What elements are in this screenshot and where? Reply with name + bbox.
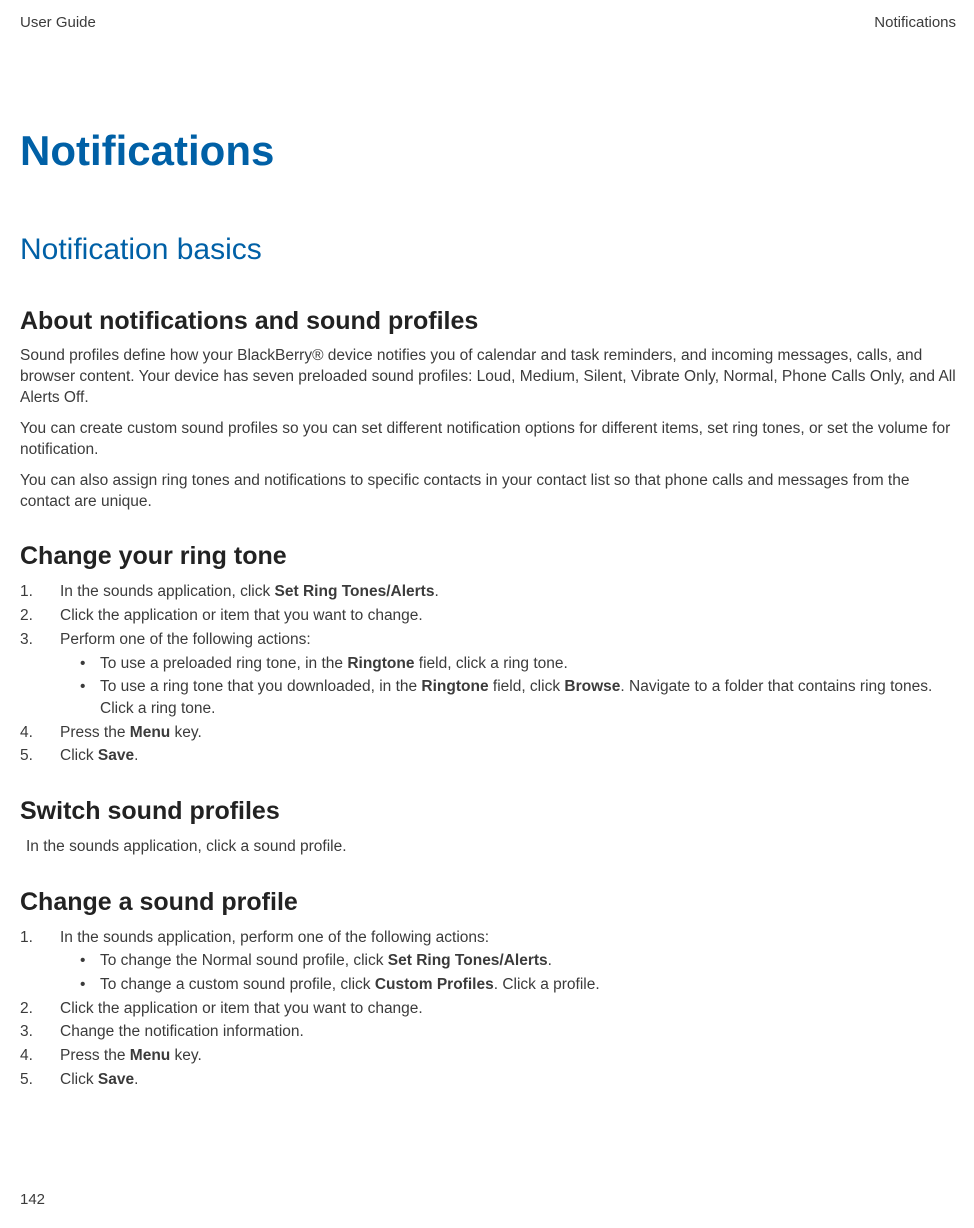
- text-bold: Set Ring Tones/Alerts: [275, 583, 435, 600]
- text: To change the Normal sound profile, clic…: [100, 952, 388, 969]
- change-ring-step-4: Press the Menu key.: [20, 722, 956, 744]
- switch-profiles-heading: Switch sound profiles: [20, 797, 956, 826]
- change-ring-step-3: Perform one of the following actions: To…: [20, 629, 956, 720]
- change-ring-substep-1: To use a preloaded ring tone, in the Rin…: [80, 653, 956, 675]
- text: . Click a profile.: [494, 976, 600, 993]
- text: Click the application or item that you w…: [60, 1000, 423, 1017]
- text: field, click a ring tone.: [414, 655, 567, 672]
- change-ring-steps: In the sounds application, click Set Rin…: [20, 581, 956, 767]
- switch-profiles-text: In the sounds application, click a sound…: [20, 836, 956, 858]
- text-bold: Custom Profiles: [375, 976, 494, 993]
- about-heading: About notifications and sound profiles: [20, 307, 956, 336]
- header-left: User Guide: [20, 14, 96, 31]
- text: .: [134, 747, 138, 764]
- text: key.: [170, 1047, 202, 1064]
- page-number: 142: [20, 1191, 45, 1208]
- text: key.: [170, 724, 202, 741]
- change-ring-step-5: Click Save.: [20, 745, 956, 767]
- text-bold: Browse: [564, 678, 620, 695]
- change-profile-step-4: Press the Menu key.: [20, 1045, 956, 1067]
- change-ring-step-1: In the sounds application, click Set Rin…: [20, 581, 956, 603]
- about-paragraph-3: You can also assign ring tones and notif…: [20, 471, 956, 513]
- text: Press the: [60, 1047, 130, 1064]
- text-bold: Save: [98, 747, 134, 764]
- section-title: Notification basics: [20, 233, 956, 267]
- text: .: [134, 1071, 138, 1088]
- text: Perform one of the following actions:: [60, 631, 311, 648]
- text: To change a custom sound profile, click: [100, 976, 375, 993]
- text: Click the application or item that you w…: [60, 607, 423, 624]
- text: Press the: [60, 724, 130, 741]
- text-bold: Ringtone: [347, 655, 414, 672]
- text: .: [434, 583, 438, 600]
- change-ring-heading: Change your ring tone: [20, 542, 956, 571]
- page-header: User Guide Notifications: [20, 14, 956, 31]
- text-bold: Ringtone: [421, 678, 488, 695]
- text: .: [548, 952, 552, 969]
- change-profile-steps: In the sounds application, perform one o…: [20, 927, 956, 1091]
- text: In the sounds application, click: [60, 583, 275, 600]
- main-title: Notifications: [20, 127, 956, 175]
- text: To use a preloaded ring tone, in the: [100, 655, 347, 672]
- text-bold: Set Ring Tones/Alerts: [388, 952, 548, 969]
- change-profile-heading: Change a sound profile: [20, 888, 956, 917]
- text-bold: Save: [98, 1071, 134, 1088]
- change-profile-substep-1: To change the Normal sound profile, clic…: [80, 950, 956, 972]
- text: Change the notification information.: [60, 1023, 304, 1040]
- change-ring-substeps: To use a preloaded ring tone, in the Rin…: [60, 653, 956, 720]
- change-profile-step-5: Click Save.: [20, 1069, 956, 1091]
- change-profile-substep-2: To change a custom sound profile, click …: [80, 974, 956, 996]
- text: Click: [60, 1071, 98, 1088]
- change-ring-step-2: Click the application or item that you w…: [20, 605, 956, 627]
- about-paragraph-2: You can create custom sound profiles so …: [20, 419, 956, 461]
- text: Click: [60, 747, 98, 764]
- text: In the sounds application, perform one o…: [60, 929, 489, 946]
- text-bold: Menu: [130, 1047, 170, 1064]
- text: field, click: [489, 678, 565, 695]
- change-ring-substep-2: To use a ring tone that you downloaded, …: [80, 676, 956, 719]
- about-paragraph-1: Sound profiles define how your BlackBerr…: [20, 346, 956, 409]
- page-container: User Guide Notifications Notifications N…: [0, 0, 974, 1228]
- text: To use a ring tone that you downloaded, …: [100, 678, 421, 695]
- change-profile-step-1: In the sounds application, perform one o…: [20, 927, 956, 996]
- text-bold: Menu: [130, 724, 170, 741]
- change-profile-step-3: Change the notification information.: [20, 1021, 956, 1043]
- change-profile-step-2: Click the application or item that you w…: [20, 998, 956, 1020]
- change-profile-substeps: To change the Normal sound profile, clic…: [60, 950, 956, 995]
- header-right: Notifications: [874, 14, 956, 31]
